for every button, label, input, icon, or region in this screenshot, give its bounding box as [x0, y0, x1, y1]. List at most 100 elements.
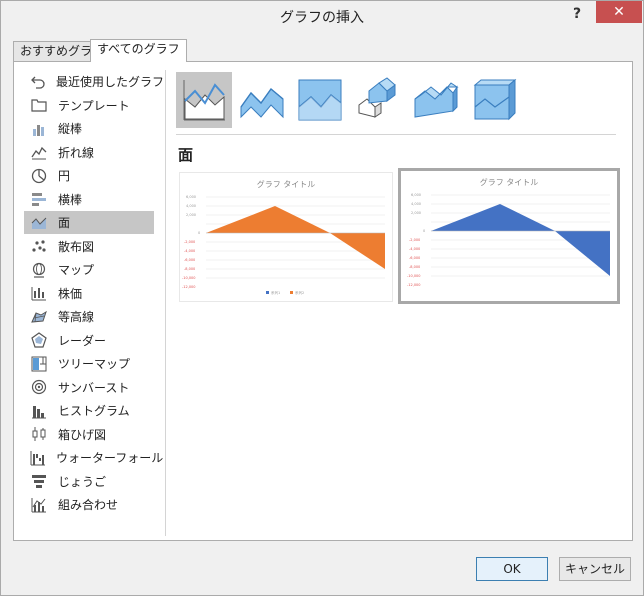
3d-area-subtype-icon: [358, 77, 396, 118]
svg-text:-4,000: -4,000: [409, 247, 420, 251]
cancel-button[interactable]: キャンセル: [559, 557, 631, 581]
section-title: 面: [178, 146, 194, 164]
sidebar-item-label: じょうご: [58, 474, 107, 489]
sidebar-item-line[interactable]: 折れ線: [24, 141, 154, 164]
sidebar-item-column[interactable]: 縦棒: [24, 117, 154, 140]
subtype-3d-stacked-area-button[interactable]: [408, 72, 464, 128]
sidebar-item-radar[interactable]: レーダー: [24, 329, 154, 352]
scatter-chart-icon: [30, 237, 48, 255]
panel-divider: [165, 70, 166, 536]
svg-text:2,000: 2,000: [411, 211, 421, 215]
chart-preview-option-2[interactable]: グラフ タイトル 6,000 4,000 2,000 0 -2,000 -4,0…: [398, 168, 620, 304]
svg-text:0: 0: [198, 231, 200, 235]
sidebar-item-combo[interactable]: 組み合わせ: [24, 493, 154, 516]
insert-chart-dialog: グラフの挿入 ? ✕ おすすめグラフ すべてのグラフ 最近使用したグラフ テンプ…: [0, 0, 644, 596]
svg-text:-6,000: -6,000: [184, 258, 195, 262]
svg-text:6,000: 6,000: [411, 193, 421, 197]
line-chart-icon: [30, 143, 48, 161]
svg-text:-10,000: -10,000: [182, 276, 196, 280]
percent-stacked-area-subtype-icon: [298, 79, 342, 121]
pie-chart-icon: [30, 167, 48, 185]
sidebar-item-label: ウォーターフォール: [56, 451, 164, 465]
sidebar-item-map[interactable]: マップ: [24, 258, 154, 281]
close-button[interactable]: ✕: [596, 1, 642, 23]
sidebar-item-pie[interactable]: 円: [24, 164, 154, 187]
svg-text:4,000: 4,000: [186, 204, 196, 208]
svg-text:0: 0: [423, 229, 425, 233]
sidebar-item-label: 散布図: [58, 239, 95, 254]
treemap-chart-icon: [30, 355, 48, 373]
sidebar-item-histogram[interactable]: ヒストグラム: [24, 399, 154, 422]
area-subtype-icon: [183, 80, 225, 121]
chart-subtype-row: [176, 72, 616, 130]
folder-icon: [30, 96, 48, 114]
subtype-3d-100-stacked-area-button[interactable]: [466, 72, 522, 128]
subtype-3d-area-button[interactable]: [350, 72, 406, 128]
chart-category-list: 最近使用したグラフ テンプレート 縦棒 折れ線 円 横棒 面 散布図 マップ 株…: [24, 70, 164, 540]
sidebar-item-label: 箱ひげ図: [58, 427, 107, 442]
sidebar-item-box-whisker[interactable]: 箱ひげ図: [24, 423, 154, 446]
sidebar-item-label: 最近使用したグラフ: [56, 75, 165, 89]
svg-text:-6,000: -6,000: [409, 256, 420, 260]
sidebar-item-label: レーダー: [58, 333, 107, 348]
dialog-title: グラフの挿入: [280, 10, 364, 26]
histogram-chart-icon: [30, 402, 48, 420]
sidebar-item-label: 等高線: [58, 310, 95, 324]
sidebar-item-surface[interactable]: 等高線: [24, 305, 154, 328]
sidebar-item-label: 横棒: [58, 192, 83, 207]
sidebar-item-label: テンプレート: [58, 98, 130, 113]
tab-all-charts[interactable]: すべてのグラフ: [90, 39, 187, 62]
svg-text:系列1: 系列1: [271, 290, 280, 295]
area-preview-graphic: 6,000 4,000 2,000 0 -2,000 -4,000 -6,000 -8,00…: [182, 195, 385, 295]
svg-text:-2,000: -2,000: [409, 238, 420, 242]
svg-text:-4,000: -4,000: [184, 249, 195, 253]
ok-button[interactable]: OK: [476, 557, 548, 581]
svg-text:2,000: 2,000: [186, 213, 196, 217]
combo-chart-icon: [30, 496, 48, 514]
3d-percent-stacked-area-subtype-icon: [473, 78, 517, 121]
title-bar: グラフの挿入 ? ✕: [1, 1, 643, 31]
sidebar-item-stock[interactable]: 株価: [24, 282, 154, 305]
sidebar-item-funnel[interactable]: じょうご: [24, 470, 154, 493]
sidebar-item-templates[interactable]: テンプレート: [24, 94, 154, 117]
radar-chart-icon: [30, 331, 48, 349]
sidebar-item-label: マップ: [58, 263, 95, 277]
sidebar-item-label: 折れ線: [58, 145, 95, 160]
svg-text:系列2: 系列2: [295, 290, 304, 295]
column-chart-icon: [30, 120, 48, 138]
sidebar-item-scatter[interactable]: 散布図: [24, 235, 154, 258]
surface-chart-icon: [30, 308, 48, 326]
sidebar-item-sunburst[interactable]: サンバースト: [24, 376, 154, 399]
sidebar-item-label: 株価: [58, 286, 83, 301]
chart-panel: 最近使用したグラフ テンプレート 縦棒 折れ線 円 横棒 面 散布図 マップ 株…: [13, 61, 633, 541]
help-button[interactable]: ?: [567, 3, 587, 25]
svg-text:6,000: 6,000: [186, 195, 196, 199]
sidebar-item-label: 円: [58, 169, 71, 183]
svg-text:-12,000: -12,000: [182, 285, 196, 289]
chart-preview-option-1[interactable]: グラフ タイトル 6,000 4,000 2,000 0 -2,000 -4,0…: [179, 172, 393, 302]
area-preview-graphic: 6,000 4,000 2,000 0 -2,000 -4,000 -6,000 -8,00…: [407, 193, 610, 287]
sidebar-item-label: 縦棒: [58, 122, 83, 136]
subtype-area-button[interactable]: [176, 72, 232, 128]
svg-text:-2,000: -2,000: [184, 240, 195, 244]
sidebar-item-bar[interactable]: 横棒: [24, 188, 154, 211]
svg-text:-12,000: -12,000: [407, 283, 421, 287]
sidebar-item-treemap[interactable]: ツリーマップ: [24, 352, 154, 375]
map-globe-icon: [30, 261, 48, 279]
subtype-100-stacked-area-button[interactable]: [292, 72, 348, 128]
sidebar-item-area[interactable]: 面: [24, 211, 154, 234]
sidebar-item-label: ヒストグラム: [58, 404, 130, 418]
subtype-stacked-area-button[interactable]: [234, 72, 290, 128]
sidebar-item-waterfall[interactable]: ウォーターフォール: [24, 446, 163, 469]
funnel-chart-icon: [30, 472, 48, 490]
sidebar-item-label: 組み合わせ: [58, 498, 119, 512]
subtype-divider: [176, 134, 616, 135]
sidebar-item-recent[interactable]: 最近使用したグラフ: [24, 70, 164, 93]
undo-arrow-icon: [30, 73, 46, 91]
svg-text:-10,000: -10,000: [407, 274, 421, 278]
stock-chart-icon: [30, 284, 48, 302]
sidebar-item-label: サンバースト: [58, 380, 130, 395]
box-whisker-chart-icon: [30, 425, 48, 443]
sunburst-chart-icon: [30, 378, 48, 396]
waterfall-chart-icon: [30, 449, 46, 467]
